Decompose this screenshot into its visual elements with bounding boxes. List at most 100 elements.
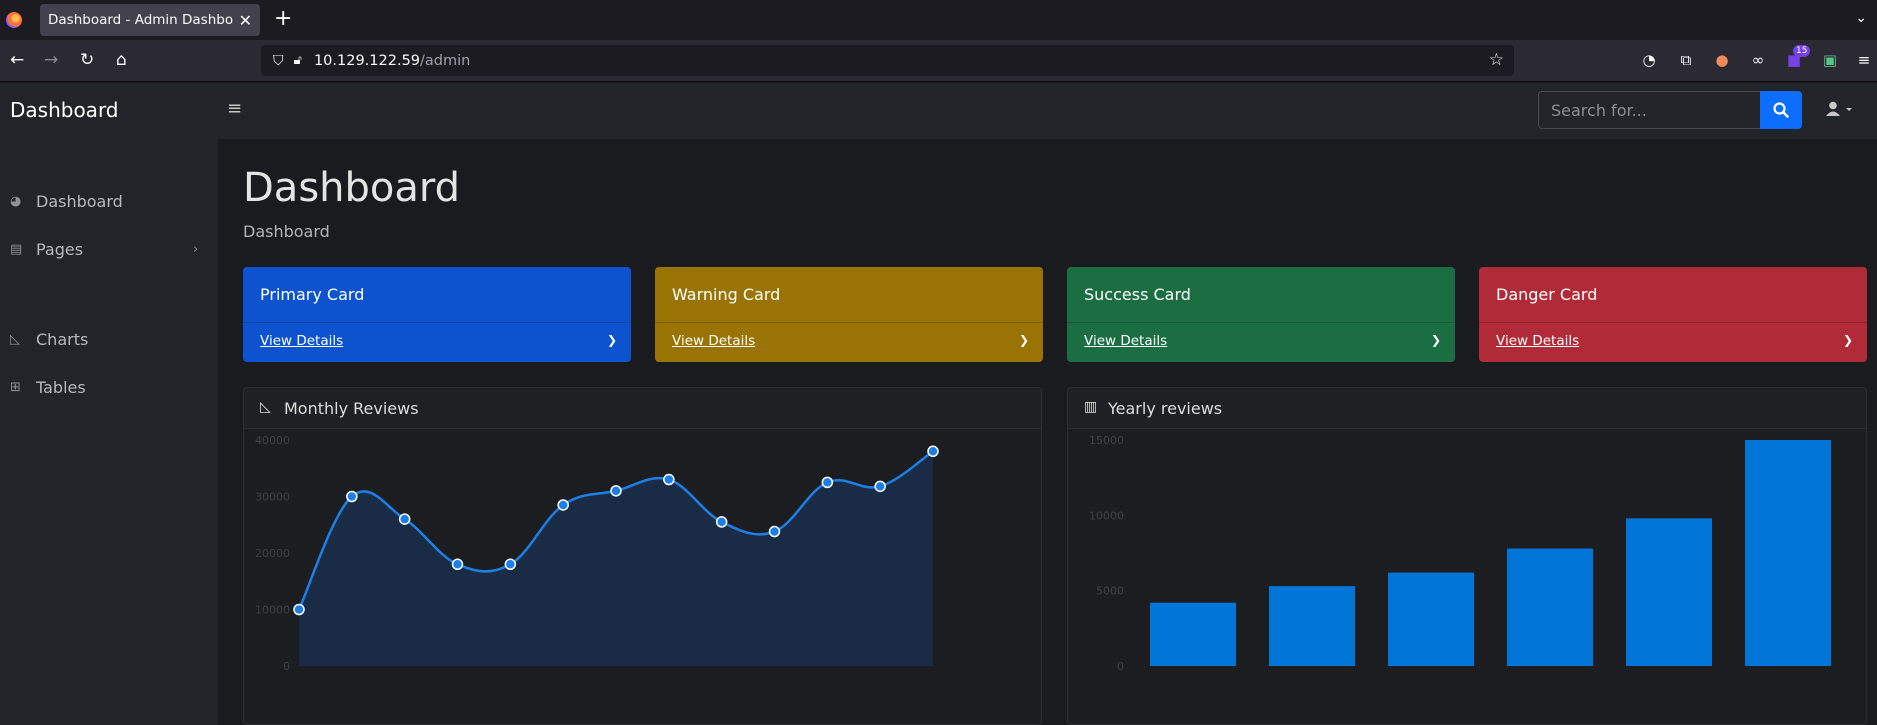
y-tick-label: 0 — [283, 660, 290, 673]
y-tick-label: 5000 — [1096, 585, 1124, 598]
app-menu-icon[interactable]: ≡ — [1855, 51, 1873, 69]
brand-title[interactable]: Dashboard — [10, 98, 119, 122]
data-point[interactable] — [557, 499, 569, 511]
data-point[interactable] — [715, 516, 728, 528]
extension-fox-icon[interactable]: ● — [1713, 51, 1731, 69]
data-point[interactable] — [927, 445, 939, 458]
y-tick-label: 30000 — [255, 491, 290, 504]
gauge-icon: ◕ — [10, 194, 22, 209]
extensions-puzzle-icon[interactable]: ⧉ — [1677, 51, 1695, 69]
yearly-reviews-panel: ▥ Yearly reviews 0 5000 10000 15000 — [1067, 387, 1867, 725]
view-details-link[interactable]: View Details — [672, 333, 755, 349]
lock-icon[interactable]: 🔓︎ — [294, 53, 302, 68]
search-icon — [1773, 102, 1789, 118]
primary-card: Primary Card View Details ❯ — [243, 267, 631, 362]
back-icon[interactable]: ← — [10, 50, 24, 70]
yearly-reviews-chart: 0 5000 10000 15000 — [1089, 434, 1831, 673]
browser-tab[interactable]: Dashboard - Admin Dashboard ✕ — [40, 4, 260, 36]
extension-car-icon[interactable]: ▣ — [1821, 51, 1839, 69]
home-icon[interactable]: ⌂ — [116, 50, 127, 70]
close-tab-icon[interactable]: ✕ — [239, 11, 252, 30]
sidebar-item-label: Dashboard — [36, 192, 123, 211]
url-host: 10.129.122.59 — [313, 52, 421, 69]
bookmark-star-icon[interactable]: ☆ — [1489, 50, 1504, 70]
app-topnav: Dashboard ≡ — [0, 83, 1877, 139]
card-title: Danger Card — [1496, 285, 1598, 304]
extension-badge: 15 — [1793, 45, 1811, 57]
list-tabs-chevron-icon[interactable]: ⌄ — [1855, 10, 1867, 26]
data-point[interactable] — [821, 476, 834, 489]
main-content: Dashboard Dashboard Primary Card View De… — [218, 139, 1877, 725]
data-point[interactable] — [398, 513, 411, 525]
extension-glasses-icon[interactable]: ∞ — [1749, 51, 1767, 69]
view-details-link[interactable]: View Details — [1084, 333, 1167, 349]
shield-icon[interactable]: ⛉ — [273, 53, 284, 69]
user-menu-button[interactable] — [1826, 101, 1856, 121]
y-tick-label: 0 — [1117, 660, 1124, 673]
area-chart-icon: ◺ — [10, 332, 20, 347]
forward-icon[interactable]: → — [44, 50, 58, 70]
data-point[interactable] — [346, 490, 358, 503]
sidebar-item-charts[interactable]: ◺ Charts — [10, 330, 88, 349]
card-title: Primary Card — [260, 285, 365, 304]
bar[interactable] — [1388, 572, 1474, 666]
page-title: Dashboard — [243, 165, 461, 211]
card-footer: View Details ❯ — [243, 322, 631, 362]
bar[interactable] — [1150, 602, 1236, 666]
table-icon: ⊞ — [10, 380, 21, 395]
search-input[interactable] — [1538, 91, 1761, 129]
data-point[interactable] — [874, 480, 886, 493]
panel-title: Monthly Reviews — [284, 399, 419, 418]
y-tick-label: 10000 — [255, 604, 290, 617]
chevron-right-icon[interactable]: ❯ — [1431, 333, 1441, 347]
firefox-logo-icon — [6, 12, 22, 28]
panel-header: ◺ Monthly Reviews — [244, 388, 1041, 429]
chevron-right-icon[interactable]: ❯ — [1843, 333, 1853, 347]
warning-card: Warning Card View Details ❯ — [655, 267, 1043, 362]
bar[interactable] — [1269, 586, 1355, 666]
chevron-right-icon[interactable]: › — [193, 242, 198, 257]
sidebar-item-pages[interactable]: ▤ Pages — [10, 240, 83, 259]
book-icon: ▤ — [10, 242, 23, 257]
data-point[interactable] — [610, 485, 622, 497]
y-tick-label: 10000 — [1089, 509, 1124, 522]
data-point[interactable] — [451, 558, 464, 571]
monthly-reviews-panel: ◺ Monthly Reviews 0 10000 20000 30000 40000 — [243, 387, 1042, 725]
panel-title: Yearly reviews — [1108, 399, 1223, 418]
sidebar-item-label: Pages — [36, 240, 84, 259]
panel-header: ▥ Yearly reviews — [1068, 388, 1866, 429]
new-tab-button[interactable]: + — [274, 8, 292, 30]
card-title: Success Card — [1084, 285, 1191, 304]
sidebar-item-label: Tables — [36, 378, 86, 397]
pocket-icon[interactable]: ◔ — [1640, 51, 1658, 69]
area-chart-icon: ◺ — [260, 399, 271, 415]
bar[interactable] — [1745, 440, 1831, 666]
chevron-right-icon[interactable]: ❯ — [1019, 333, 1029, 347]
data-point[interactable] — [504, 558, 517, 571]
url-bar[interactable]: ⛉ 🔓︎ 10.129.122.59/admin ☆ — [261, 45, 1514, 76]
y-tick-label: 15000 — [1089, 434, 1124, 447]
data-point[interactable] — [293, 603, 305, 616]
card-footer: View Details ❯ — [1479, 322, 1867, 362]
data-point[interactable] — [663, 473, 675, 486]
bar[interactable] — [1626, 518, 1712, 666]
sidebar-item-tables[interactable]: ⊞ Tables — [10, 378, 86, 397]
bar[interactable] — [1507, 548, 1593, 666]
url-path: /admin — [420, 52, 471, 69]
bar-chart-icon: ▥ — [1084, 399, 1098, 415]
view-details-link[interactable]: View Details — [1496, 333, 1579, 349]
area-fill — [299, 451, 933, 666]
reload-icon[interactable]: ↻ — [80, 50, 94, 70]
sidebar: ◕ Dashboard ▤ Pages › ◺ Charts ⊞ Tables — [0, 139, 218, 725]
sidebar-item-dashboard[interactable]: ◕ Dashboard — [10, 192, 123, 211]
chevron-right-icon[interactable]: ❯ — [607, 333, 617, 347]
monthly-reviews-chart: 0 10000 20000 30000 40000 — [255, 434, 939, 673]
search-button[interactable] — [1760, 91, 1802, 129]
sidebar-item-label: Charts — [36, 330, 89, 349]
y-tick-label: 20000 — [255, 547, 290, 560]
browser-nav-bar: ← → ↻ ⌂ ⛉ 🔓︎ 10.129.122.59/admin ☆ ◔ ⧉ ●… — [0, 40, 1877, 82]
card-title: Warning Card — [672, 285, 781, 304]
sidebar-toggle-icon[interactable]: ≡ — [227, 98, 242, 119]
view-details-link[interactable]: View Details — [260, 333, 343, 349]
data-point[interactable] — [768, 525, 781, 538]
